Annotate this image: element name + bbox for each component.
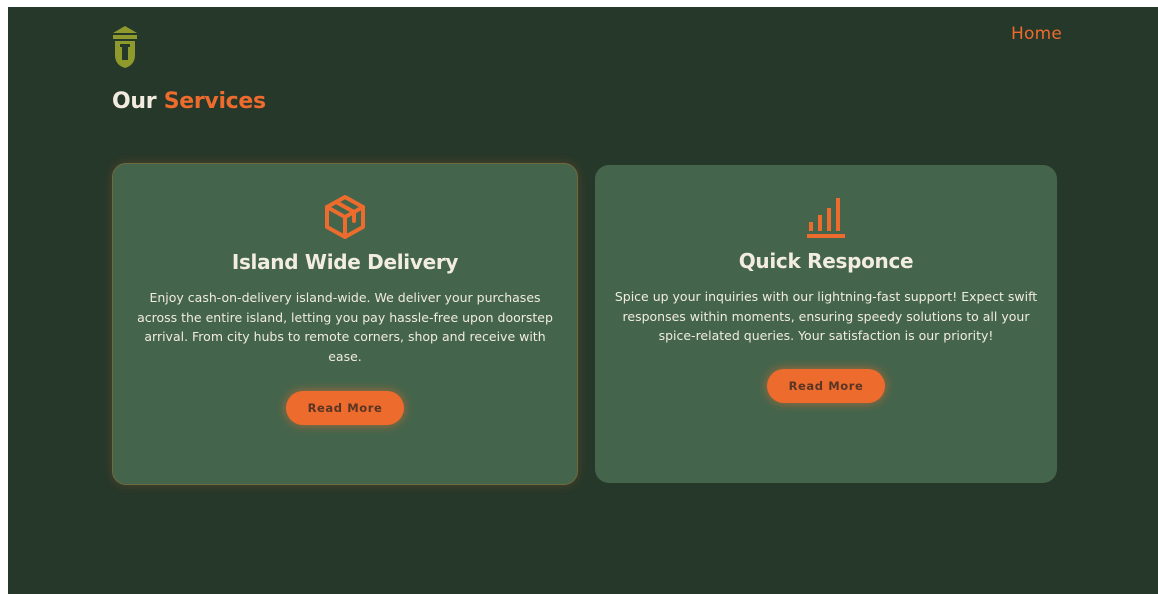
nav-link-home[interactable]: Home xyxy=(1011,24,1062,44)
service-card-delivery: Island Wide Delivery Enjoy cash-on-deliv… xyxy=(112,163,578,485)
card-title: Quick Responce xyxy=(738,249,914,273)
service-card-response: Quick Responce Spice up your inquiries w… xyxy=(595,165,1057,483)
section-title-our: Our xyxy=(112,89,157,114)
read-more-button[interactable]: Read More xyxy=(286,391,404,425)
card-title: Island Wide Delivery xyxy=(231,250,459,274)
bar-chart-icon xyxy=(807,198,845,238)
section-title: Our Services xyxy=(112,89,266,114)
card-description: Spice up your inquiries with our lightni… xyxy=(614,289,1038,343)
card-description: Enjoy cash-on-delivery island-wide. We d… xyxy=(137,290,553,364)
package-box-icon xyxy=(325,195,365,239)
read-more-button[interactable]: Read More xyxy=(767,369,885,403)
brand-logo-icon[interactable] xyxy=(112,25,138,69)
section-title-services: Services xyxy=(163,89,266,114)
